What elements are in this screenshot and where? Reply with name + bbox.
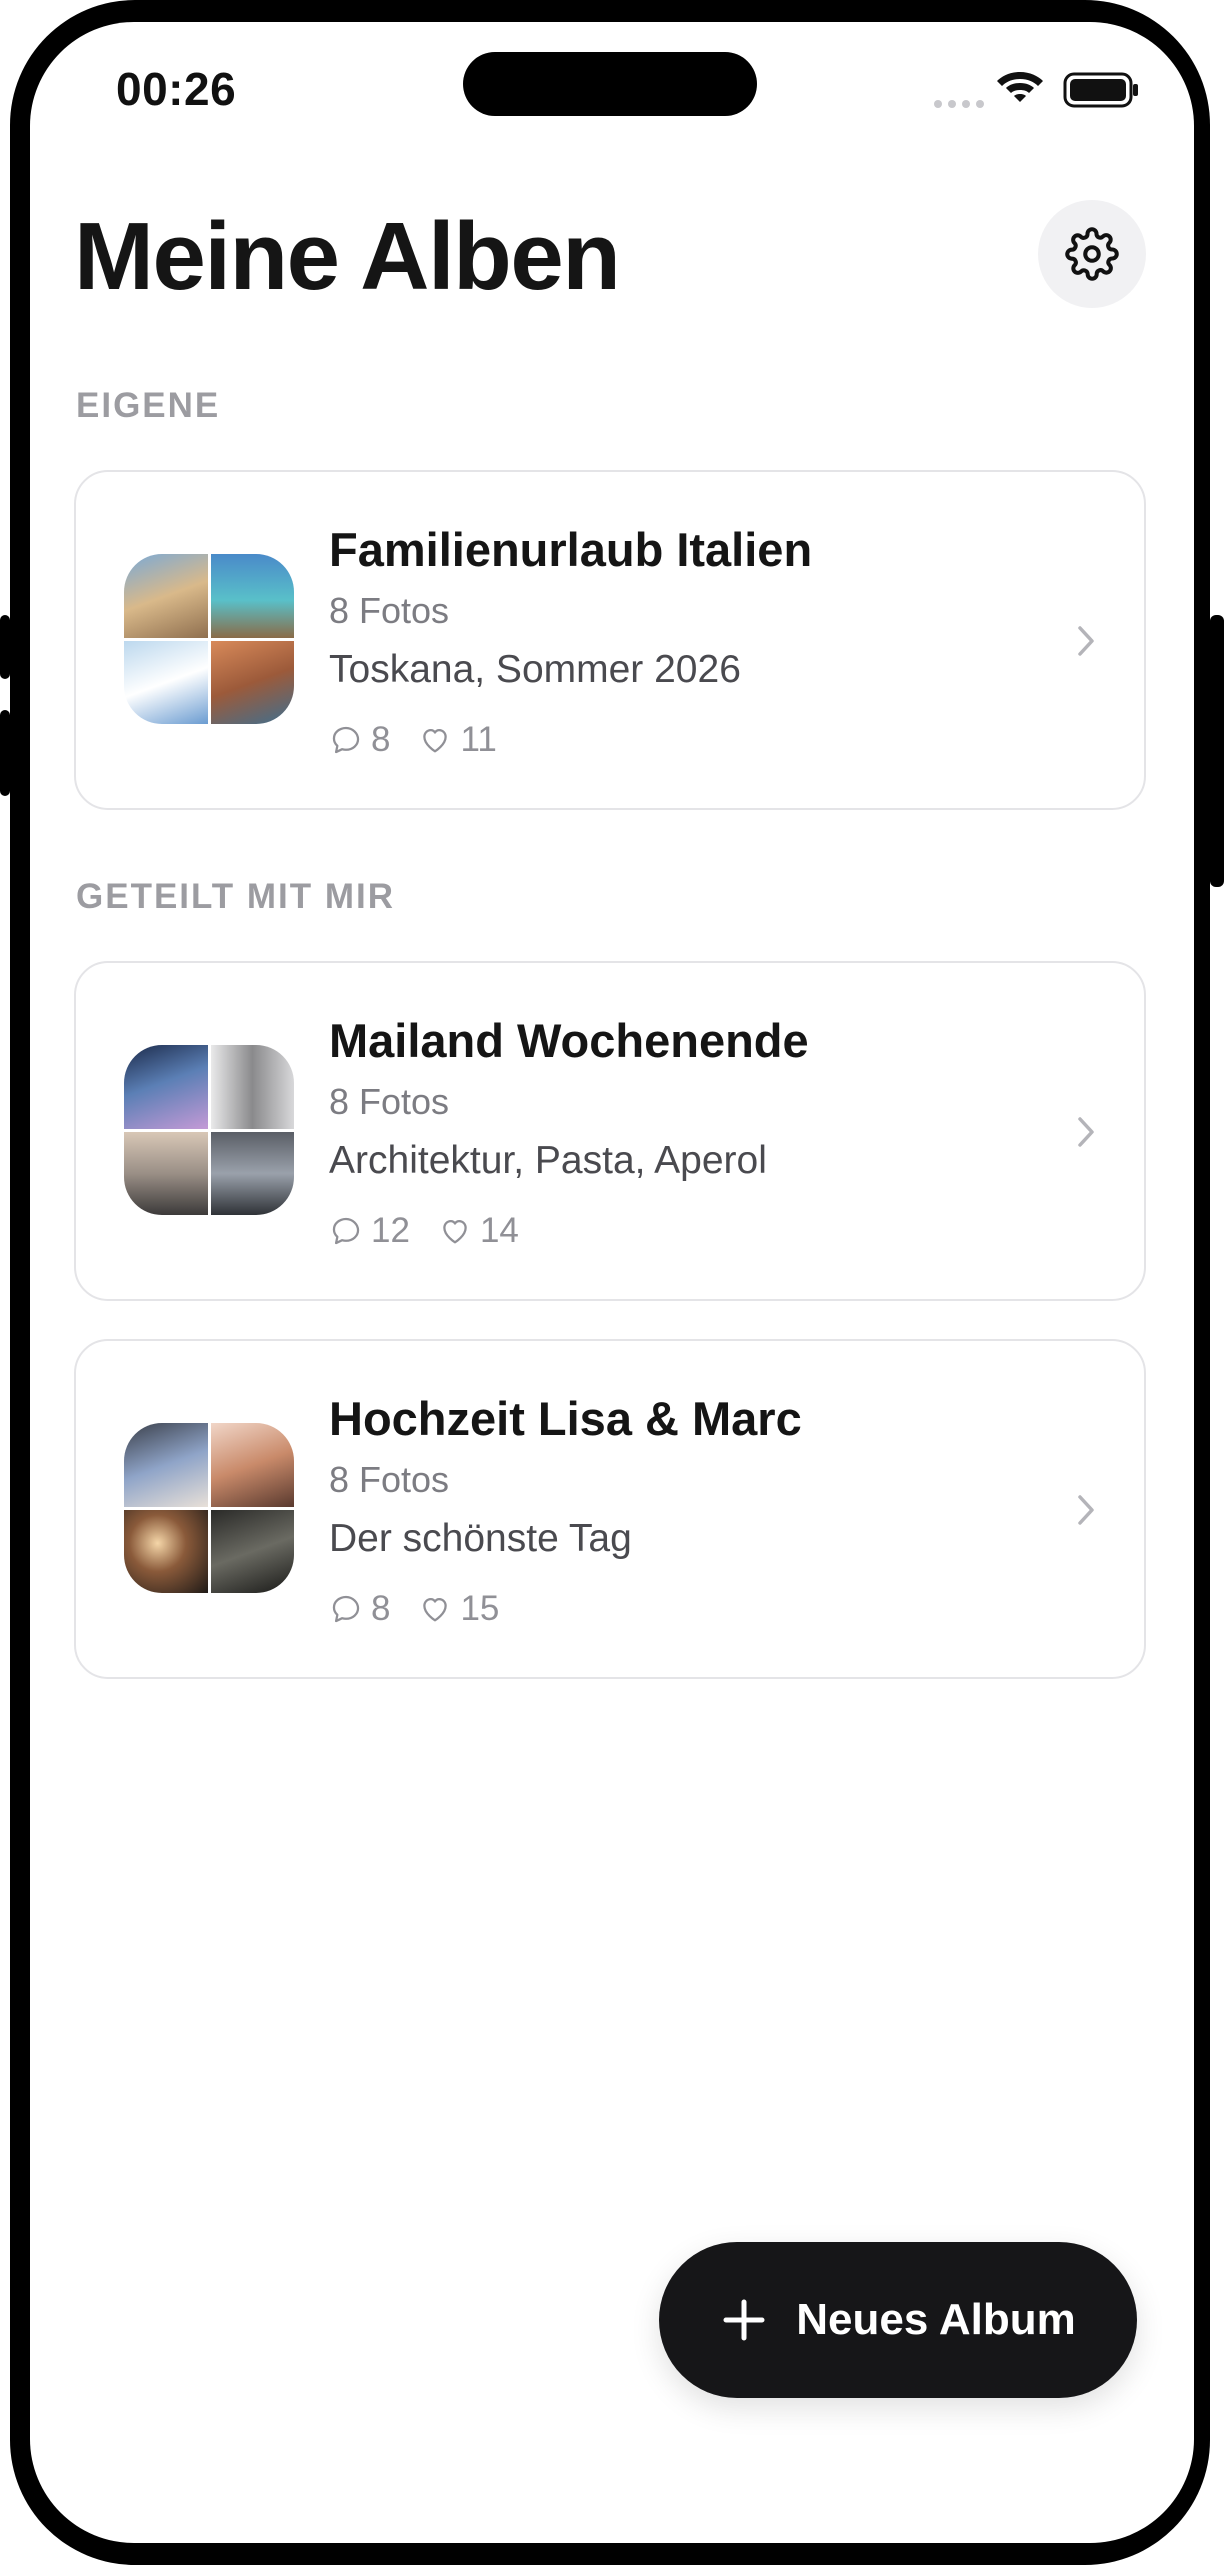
device-stage: 00:26 Meine Alben EIGENE Familienurlaub …	[0, 0, 1224, 2565]
comment-icon	[332, 1217, 360, 1245]
album-card-familienurlaub[interactable]: Familienurlaub Italien 8 Fotos Toskana, …	[74, 470, 1146, 810]
thumbnail-photo	[124, 554, 208, 638]
plus-icon	[723, 2299, 765, 2341]
album-stats: 12 14	[329, 1211, 547, 1251]
heart-icon	[423, 728, 448, 753]
comment-count: 12	[371, 1211, 410, 1250]
album-description: Architektur, Pasta, Aperol	[329, 1139, 767, 1182]
cellular-signal-icon	[934, 100, 984, 108]
comment-stat: 8	[329, 720, 390, 760]
album-thumbnail-collage	[124, 1045, 294, 1215]
new-album-label: Neues Album	[796, 2295, 1076, 2344]
section-label-shared: GETEILT MIT MIR	[76, 877, 396, 916]
album-title: Hochzeit Lisa & Marc	[329, 1392, 802, 1445]
settings-button[interactable]	[1038, 200, 1146, 308]
album-photo-count: 8 Fotos	[329, 590, 450, 631]
album-card-mailand[interactable]: Mailand Wochenende 8 Fotos Architektur, …	[74, 961, 1146, 1301]
like-stat: 14	[438, 1211, 519, 1251]
section-label-own: EIGENE	[76, 386, 221, 425]
side-button-left-1	[0, 615, 10, 679]
album-stats: 8 15	[329, 1589, 527, 1629]
album-description: Der schönste Tag	[329, 1517, 632, 1560]
comment-icon	[332, 1595, 360, 1623]
chevron-right-icon	[1078, 1117, 1094, 1147]
album-card-hochzeit[interactable]: Hochzeit Lisa & Marc 8 Fotos Der schönst…	[74, 1339, 1146, 1679]
comment-stat: 8	[329, 1589, 390, 1629]
thumbnail-photo	[210, 1131, 294, 1215]
album-thumbnail-collage	[124, 554, 294, 724]
status-time: 00:26	[116, 63, 237, 115]
comment-count: 8	[371, 1589, 391, 1628]
thumbnail-photo	[124, 640, 208, 724]
comment-icon	[332, 726, 360, 754]
gear-icon	[1065, 227, 1119, 281]
comment-stat: 12	[329, 1211, 410, 1251]
album-stats: 8 11	[329, 720, 525, 760]
like-stat: 15	[418, 1589, 499, 1629]
thumbnail-photo	[124, 1131, 208, 1215]
like-count: 14	[479, 1211, 519, 1250]
thumbnail-photo	[124, 1423, 208, 1507]
album-thumbnail-collage	[124, 1423, 294, 1593]
heart-icon	[423, 1597, 448, 1622]
side-button-right	[1210, 615, 1224, 887]
comment-count: 8	[371, 720, 391, 759]
dynamic-island	[463, 52, 757, 116]
thumbnail-photo	[210, 1045, 294, 1129]
thumbnail-photo	[124, 1509, 208, 1593]
album-title: Familienurlaub Italien	[329, 523, 813, 576]
album-photo-count: 8 Fotos	[329, 1459, 450, 1500]
thumbnail-photo	[210, 1423, 294, 1507]
side-button-left-2	[0, 710, 10, 796]
thumbnail-photo	[210, 1509, 294, 1593]
battery-icon	[1063, 72, 1138, 108]
like-stat: 11	[418, 720, 497, 760]
page-title: Meine Alben	[74, 203, 621, 310]
wifi-icon	[997, 72, 1043, 102]
like-count: 11	[460, 720, 497, 759]
thumbnail-photo	[210, 554, 294, 638]
new-album-button[interactable]: Neues Album	[659, 2242, 1137, 2398]
album-description: Toskana, Sommer 2026	[329, 648, 741, 691]
chevron-right-icon	[1078, 1495, 1094, 1525]
heart-icon	[443, 1219, 467, 1244]
album-title: Mailand Wochenende	[329, 1014, 809, 1067]
app-screen: 00:26 Meine Alben EIGENE Familienurlaub …	[30, 22, 1194, 2543]
like-count: 15	[460, 1589, 500, 1628]
album-photo-count: 8 Fotos	[329, 1081, 450, 1122]
thumbnail-photo	[210, 640, 294, 724]
chevron-right-icon	[1078, 626, 1094, 656]
thumbnail-photo	[124, 1045, 208, 1129]
